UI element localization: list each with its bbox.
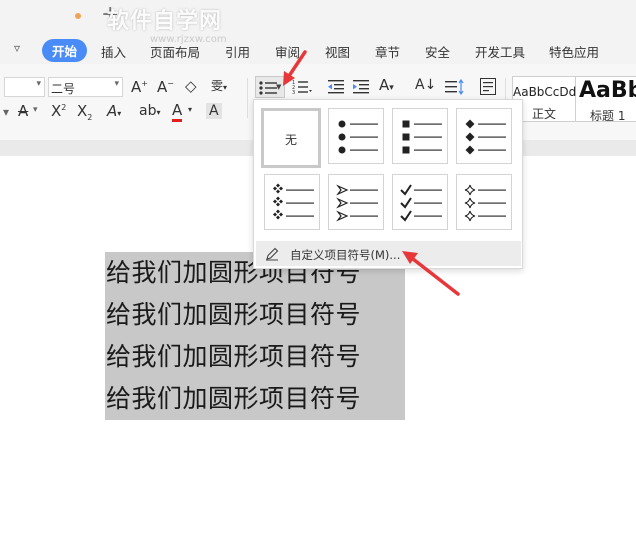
- font-name-select[interactable]: ▾: [4, 77, 45, 97]
- filled-circle-bullet-icon: [338, 120, 378, 154]
- style-heading-1[interactable]: AaBb 标题 1: [576, 76, 636, 122]
- outline-star-bullet-icon: [464, 184, 506, 222]
- show-marks-icon[interactable]: [480, 78, 496, 98]
- phonetic-guide-icon[interactable]: 雯▾: [211, 80, 227, 92]
- clear-format-icon[interactable]: ◇: [185, 79, 197, 94]
- four-diamond-bullet-icon: [273, 183, 314, 220]
- chevron-down-icon[interactable]: ▾: [33, 106, 38, 115]
- chevron-down-icon[interactable]: ▾: [114, 79, 119, 89]
- char-shading-icon[interactable]: A: [206, 103, 222, 119]
- wps-writer-window: + 软件自学网 ▿ 开始 插入 页面布局 引用 审阅 视图 章节 安全 开发工具…: [0, 0, 636, 543]
- increase-indent-icon[interactable]: [353, 79, 369, 98]
- chevron-down-icon[interactable]: ▾: [36, 79, 41, 89]
- numbered-list-icon[interactable]: 1 2 3: [292, 79, 312, 98]
- tab-view[interactable]: 视图: [325, 42, 350, 61]
- style-name: 标题 1: [590, 109, 626, 122]
- tab-home[interactable]: 开始: [42, 39, 88, 62]
- bullet-option-none[interactable]: 无: [261, 108, 321, 168]
- font-size-value: 二号: [51, 82, 76, 96]
- arrowhead-bullet-icon: [336, 184, 378, 222]
- bullet-option-outline-star[interactable]: [456, 174, 512, 230]
- chevron-down-icon[interactable]: ▾: [188, 106, 192, 114]
- unsaved-dot-icon: [75, 13, 81, 19]
- text-direction-icon[interactable]: A▾: [379, 78, 394, 93]
- title-bar: + 软件自学网: [0, 0, 636, 34]
- check-mark-bullet-icon: [400, 184, 442, 222]
- line-spacing-icon[interactable]: [445, 78, 467, 98]
- custom-bullet-menu-item[interactable]: 自定义项目符号(M)...: [256, 241, 521, 266]
- document-line[interactable]: 给我们加圆形项目符号: [105, 294, 405, 336]
- chevron-down-icon[interactable]: ▾: [3, 106, 9, 118]
- bullet-option-arrowhead[interactable]: [328, 174, 384, 230]
- tab-security[interactable]: 安全: [425, 42, 450, 61]
- shrink-font-icon[interactable]: A−: [157, 80, 174, 95]
- tab-insert[interactable]: 插入: [101, 42, 126, 61]
- bullet-list-icon: [259, 81, 277, 95]
- watermark: 软件自学网: [107, 9, 223, 34]
- highlight-icon[interactable]: ab▾: [139, 104, 160, 118]
- tab-special[interactable]: 特色应用: [549, 42, 599, 61]
- decrease-indent-icon[interactable]: [328, 79, 344, 98]
- filled-square-bullet-icon: [402, 120, 442, 154]
- bullet-option-filled-circle[interactable]: [328, 108, 384, 164]
- tab-developer[interactable]: 开发工具: [475, 42, 525, 61]
- document-line[interactable]: 给我们加圆形项目符号: [105, 378, 405, 420]
- bullet-option-filled-square[interactable]: [392, 108, 448, 164]
- text-effect-icon[interactable]: A▾: [107, 104, 121, 119]
- font-color-icon[interactable]: A: [172, 103, 183, 122]
- bullet-none-label: 无: [284, 133, 297, 147]
- strikethrough-icon[interactable]: A: [18, 104, 28, 119]
- superscript-icon[interactable]: X2: [51, 104, 66, 119]
- bullet-option-check-mark[interactable]: [392, 174, 448, 230]
- watermark-url: www.rjzxw.com: [150, 34, 227, 45]
- font-size-select[interactable]: 二号 ▾: [48, 77, 123, 97]
- style-sample: AaBbCcDd: [513, 85, 577, 99]
- bullet-style-dropdown: 无 自定义项目符号(M)...: [253, 99, 523, 269]
- svg-text:3: 3: [292, 90, 295, 95]
- custom-bullet-label: 自定义项目符号(M)...: [290, 248, 401, 262]
- tab-references[interactable]: 引用: [225, 42, 250, 61]
- style-sample: AaBb: [579, 78, 636, 103]
- document-line[interactable]: 给我们加圆形项目符号: [105, 336, 405, 378]
- tab-section[interactable]: 章节: [375, 42, 400, 61]
- chevron-down-icon[interactable]: ▼: [276, 83, 281, 91]
- tab-review[interactable]: 审阅: [275, 42, 300, 61]
- menu-bar: ▿ 开始 插入 页面布局 引用 审阅 视图 章节 安全 开发工具 特色应用: [0, 34, 636, 64]
- pencil-icon: [266, 247, 279, 261]
- filled-diamond-bullet-icon: [465, 119, 506, 155]
- bullet-option-four-diamond[interactable]: [264, 174, 320, 230]
- divider: [247, 78, 248, 118]
- chevron-down-icon[interactable]: ▿: [14, 41, 20, 55]
- grow-font-icon[interactable]: A+: [131, 80, 148, 95]
- subscript-icon[interactable]: X2: [77, 104, 92, 122]
- bullet-option-filled-diamond[interactable]: [456, 108, 512, 164]
- sort-icon[interactable]: A↓: [415, 78, 436, 92]
